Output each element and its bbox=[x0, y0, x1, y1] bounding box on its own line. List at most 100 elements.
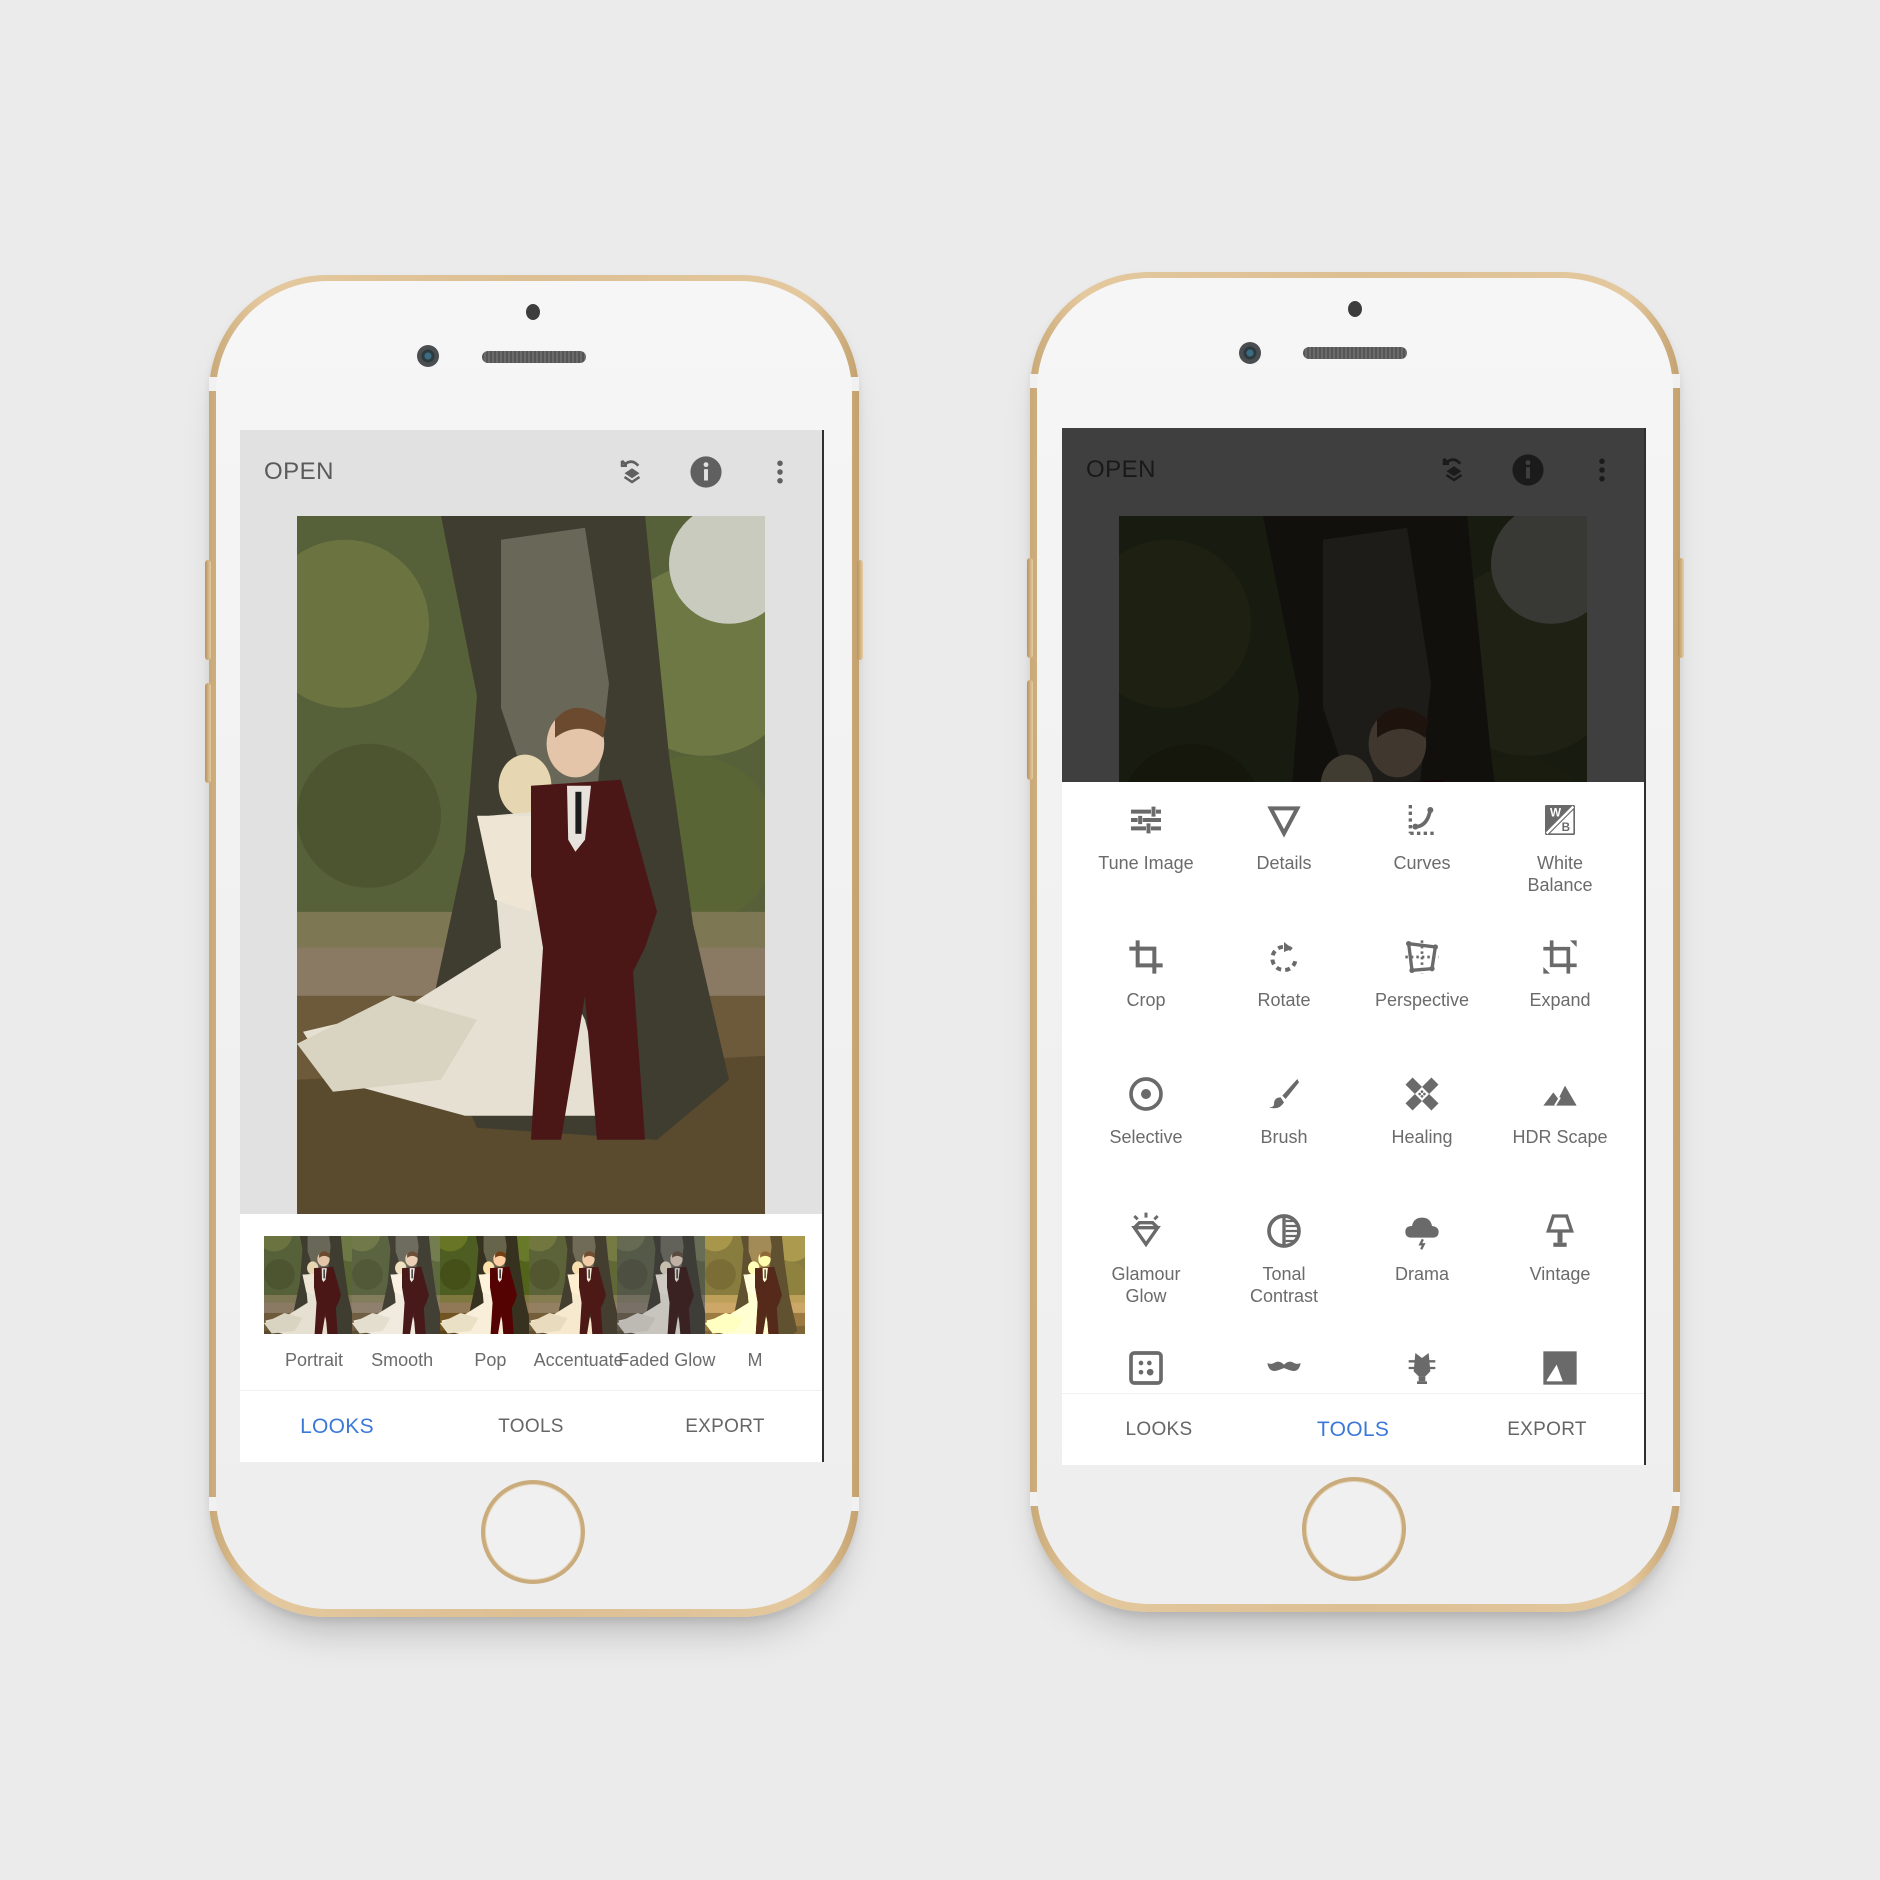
grainy-film-icon bbox=[1129, 1351, 1163, 1385]
mustache-icon bbox=[1267, 1361, 1301, 1371]
tool-label: Vintage bbox=[1529, 1264, 1591, 1284]
looks-strip: Portrait Smooth Pop Accentuate Faded Glow M bbox=[240, 1214, 824, 1390]
tool-label: HDR Scape bbox=[1512, 1127, 1608, 1147]
power-button bbox=[1678, 558, 1684, 658]
left-screen: OPEN Portrait Smooth Pop Accentuate Faded Gl… bbox=[240, 430, 824, 1462]
right-screen: OPEN Tune ImageDetailsCurvesWBWhite Bala… bbox=[1062, 428, 1646, 1465]
tool-glamour-glow[interactable]: Glamour Glow bbox=[1073, 1211, 1219, 1307]
tool-label: Healing bbox=[1391, 1127, 1453, 1147]
tool-grainy-film[interactable] bbox=[1073, 1348, 1219, 1388]
volume-up-button bbox=[1027, 558, 1033, 658]
screen-edge bbox=[822, 430, 824, 1462]
rotate-icon bbox=[1270, 942, 1298, 973]
earpiece-speaker bbox=[482, 351, 586, 363]
open-button[interactable]: OPEN bbox=[264, 458, 578, 486]
more-vert-icon[interactable] bbox=[760, 452, 800, 492]
brush-icon bbox=[1269, 1079, 1299, 1109]
tool-selective[interactable]: Selective bbox=[1073, 1074, 1219, 1148]
tool-label: Expand bbox=[1529, 990, 1591, 1010]
modal-dim-overlay[interactable] bbox=[1062, 428, 1646, 782]
screen-edge bbox=[1644, 428, 1646, 1465]
tool-label: Tonal Contrast bbox=[1249, 1264, 1319, 1306]
tab-tools[interactable]: TOOLS bbox=[434, 1391, 628, 1462]
tool-white-balance[interactable]: W B White Balance bbox=[1487, 800, 1633, 896]
proximity-sensor bbox=[526, 304, 540, 320]
front-camera bbox=[417, 345, 439, 367]
home-button[interactable] bbox=[1302, 1477, 1406, 1581]
tune-icon bbox=[1131, 806, 1161, 834]
tab-looks[interactable]: LOOKS bbox=[240, 1391, 434, 1462]
black-white-icon bbox=[1543, 1351, 1577, 1385]
tool-details[interactable]: Details bbox=[1211, 800, 1357, 874]
tool-perspective[interactable]: Perspective bbox=[1349, 937, 1495, 1011]
look-thumbnail[interactable] bbox=[440, 1236, 540, 1334]
svg-text:B: B bbox=[1562, 821, 1570, 834]
tool-label: Details bbox=[1256, 853, 1312, 873]
tool-label: Rotate bbox=[1257, 990, 1311, 1010]
look-thumbnail[interactable] bbox=[529, 1236, 629, 1334]
details-triangle-icon bbox=[1267, 806, 1301, 838]
photo-canvas[interactable] bbox=[297, 516, 765, 1214]
look-thumbnail[interactable] bbox=[705, 1236, 805, 1334]
tool-label: Perspective bbox=[1374, 990, 1470, 1010]
tool-tune-image[interactable]: Tune Image bbox=[1073, 800, 1219, 874]
tool-label: Selective bbox=[1109, 1127, 1183, 1147]
crop-icon bbox=[1129, 940, 1163, 974]
guitar-head-icon bbox=[1408, 1353, 1436, 1384]
lamp-icon bbox=[1546, 1214, 1574, 1247]
tool-rotate[interactable]: Rotate bbox=[1211, 937, 1357, 1011]
tool-label: Glamour Glow bbox=[1111, 1264, 1181, 1306]
earpiece-speaker bbox=[1303, 347, 1407, 359]
healing-bandage-icon bbox=[1405, 1077, 1439, 1111]
svg-text:W: W bbox=[1550, 807, 1561, 820]
home-button[interactable] bbox=[481, 1480, 585, 1584]
bottom-tab-bar: LOOKS TOOLS EXPORT bbox=[240, 1390, 824, 1462]
tab-looks[interactable]: LOOKS bbox=[1062, 1394, 1256, 1465]
proximity-sensor bbox=[1348, 301, 1362, 317]
volume-down-button bbox=[1027, 680, 1033, 780]
volume-up-button bbox=[205, 560, 211, 660]
tool-brush[interactable]: Brush bbox=[1211, 1074, 1357, 1148]
tool-label: Brush bbox=[1260, 1127, 1308, 1147]
tab-tools[interactable]: TOOLS bbox=[1256, 1394, 1450, 1465]
look-thumbnail[interactable] bbox=[617, 1236, 717, 1334]
tool-guitar-head[interactable] bbox=[1349, 1348, 1495, 1388]
tool-label: White Balance bbox=[1527, 853, 1593, 895]
storm-cloud-icon bbox=[1405, 1217, 1439, 1250]
tool-tonal-contrast[interactable]: Tonal Contrast bbox=[1211, 1211, 1357, 1307]
selective-icon bbox=[1129, 1077, 1163, 1111]
curves-icon bbox=[1408, 805, 1437, 835]
tools-panel: Tune Image Details Curves W B White Balance Cr… bbox=[1062, 782, 1646, 1393]
tool-crop[interactable]: Crop bbox=[1073, 937, 1219, 1011]
info-icon[interactable] bbox=[686, 452, 726, 492]
front-camera bbox=[1239, 342, 1261, 364]
bottom-tab-bar: LOOKS TOOLS EXPORT bbox=[1062, 1393, 1646, 1465]
tool-label: Curves bbox=[1393, 853, 1451, 873]
tool-label: Crop bbox=[1126, 990, 1166, 1010]
tool-drama[interactable]: Drama bbox=[1349, 1211, 1495, 1285]
perspective-icon bbox=[1405, 940, 1439, 974]
look-label: M bbox=[747, 1350, 763, 1370]
tool-healing[interactable]: Healing bbox=[1349, 1074, 1495, 1148]
tool-vintage[interactable]: Vintage bbox=[1487, 1211, 1633, 1285]
look-thumbnail[interactable] bbox=[352, 1236, 452, 1334]
tonal-contrast-icon bbox=[1267, 1214, 1301, 1248]
tool-label: Tune Image bbox=[1098, 853, 1194, 873]
app-bar: OPEN bbox=[240, 430, 824, 514]
tab-export[interactable]: EXPORT bbox=[628, 1391, 822, 1462]
mountains-icon bbox=[1543, 1085, 1577, 1107]
diamond-icon bbox=[1131, 1212, 1161, 1248]
tool-mustache[interactable] bbox=[1211, 1348, 1357, 1388]
undo-layers-icon[interactable] bbox=[612, 452, 652, 492]
tool-label: Drama bbox=[1394, 1264, 1449, 1284]
tool-expand[interactable]: Expand bbox=[1487, 937, 1633, 1011]
white-balance-icon: WB bbox=[1545, 805, 1575, 835]
tool-hdr-scape[interactable]: HDR Scape bbox=[1487, 1074, 1633, 1148]
volume-down-button bbox=[205, 683, 211, 783]
power-button bbox=[857, 560, 863, 660]
tab-export[interactable]: EXPORT bbox=[1450, 1394, 1644, 1465]
tool-black-white[interactable] bbox=[1487, 1348, 1633, 1388]
expand-icon bbox=[1543, 940, 1577, 974]
tool-curves[interactable]: Curves bbox=[1349, 800, 1495, 874]
look-thumbnail[interactable] bbox=[264, 1236, 364, 1334]
